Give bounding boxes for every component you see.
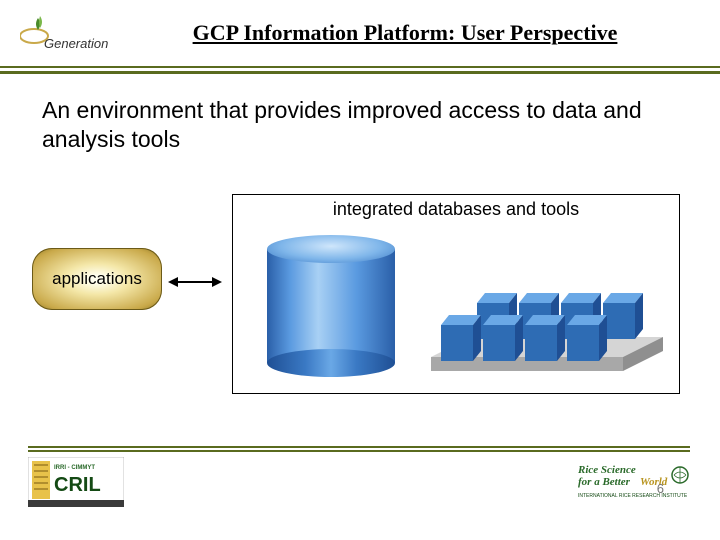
svg-text:INTERNATIONAL RICE RESEARCH IN: INTERNATIONAL RICE RESEARCH INSTITUTE bbox=[578, 493, 688, 499]
cril-logo: IRRI - CIMMYT CRIL bbox=[28, 457, 124, 507]
applications-label: applications bbox=[52, 269, 142, 289]
slide-header: Generation GCP Information Platform: Use… bbox=[0, 0, 720, 74]
svg-text:for a Better: for a Better bbox=[578, 476, 631, 488]
diagram: applications integrated databases and to… bbox=[32, 194, 682, 414]
header-row: Generation GCP Information Platform: Use… bbox=[0, 0, 720, 68]
slide-title: GCP Information Platform: User Perspecti… bbox=[130, 20, 720, 46]
cril-main-text: CRIL bbox=[54, 474, 101, 496]
tools-cubes-icon bbox=[423, 287, 671, 387]
bidirectional-arrow-icon bbox=[168, 274, 222, 290]
svg-text:Rice Science: Rice Science bbox=[578, 464, 636, 476]
rice-science-logo: Rice Science for a Better World INTERNAT… bbox=[578, 461, 690, 503]
headline-text: An environment that provides improved ac… bbox=[0, 74, 720, 154]
applications-node: applications bbox=[32, 248, 162, 310]
databases-container: integrated databases and tools bbox=[232, 194, 680, 394]
database-cylinder-icon bbox=[267, 235, 395, 377]
generation-logo: Generation bbox=[20, 6, 130, 60]
page-number: 6 bbox=[657, 481, 664, 496]
slide-footer: IRRI - CIMMYT CRIL Rice Science for a Be… bbox=[28, 446, 690, 512]
logo-text: Generation bbox=[44, 36, 108, 51]
databases-label: integrated databases and tools bbox=[233, 195, 679, 220]
cril-top-text: IRRI - CIMMYT bbox=[54, 465, 95, 471]
